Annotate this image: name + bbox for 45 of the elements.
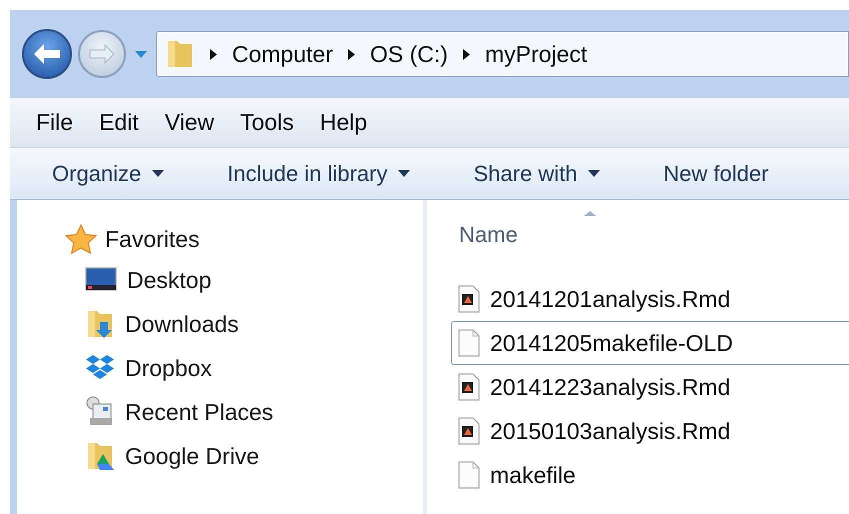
rmd-file-icon — [458, 373, 480, 401]
folder-icon — [165, 38, 195, 70]
breadcrumb[interactable]: OS (C:) — [370, 36, 448, 72]
arrow-right-icon — [89, 44, 115, 64]
address-bar[interactable]: Computer OS (C:) myProject — [156, 31, 849, 77]
document-entry[interactable]: 20141223analysis.Rmd — [451, 365, 849, 409]
document-entry[interactable]: 20141205makefile-OLD — [451, 321, 849, 365]
favorite-item[interactable]: Desktop — [65, 258, 423, 302]
blank-file-icon — [458, 329, 480, 357]
chevron-icon — [209, 48, 218, 60]
star-icon — [65, 224, 97, 254]
recent-places-icon — [85, 396, 115, 428]
toolbar-button[interactable]: Organize — [38, 154, 180, 194]
drive-folder-icon — [85, 440, 115, 472]
document-entry[interactable]: 20150103analysis.Rmd — [451, 409, 849, 453]
toolbar-button[interactable]: New folder — [649, 154, 783, 194]
menu-item[interactable]: View — [164, 105, 214, 140]
caret-icon — [134, 50, 148, 58]
chevron-icon — [346, 48, 356, 60]
menu-item[interactable]: File — [36, 105, 74, 140]
favorite-item[interactable]: Recent Places — [65, 390, 423, 434]
breadcrumb[interactable]: myProject — [484, 36, 588, 72]
back-button[interactable] — [22, 29, 72, 79]
download-folder-icon — [85, 308, 115, 340]
menu-item[interactable]: Tools — [240, 105, 294, 140]
favorite-item[interactable]: Dropbox — [65, 346, 423, 390]
blank-file-icon — [458, 461, 480, 489]
menu-item[interactable]: Edit — [99, 105, 139, 140]
favorite-item[interactable]: Downloads — [65, 302, 423, 346]
favorites-heading[interactable]: Favorites — [105, 222, 200, 256]
arrow-left-icon — [33, 43, 61, 65]
document-entry[interactable]: makefile — [451, 453, 849, 497]
dropbox-icon — [85, 354, 115, 382]
toolbar-button[interactable]: Share with — [459, 154, 616, 194]
favorite-item[interactable]: Google Drive — [65, 434, 423, 478]
forward-button[interactable] — [78, 30, 126, 78]
name-column-header[interactable]: Name — [457, 217, 707, 253]
menu-item[interactable]: Help — [320, 105, 368, 140]
sort-arrow-icon — [583, 210, 597, 217]
breadcrumb[interactable]: Computer — [232, 36, 333, 72]
rmd-file-icon — [458, 417, 480, 445]
toolbar-button[interactable]: Include in library — [213, 154, 426, 194]
chevron-icon — [462, 48, 471, 60]
rmd-file-icon — [458, 285, 480, 313]
document-entry[interactable]: 20141201analysis.Rmd — [451, 277, 849, 321]
